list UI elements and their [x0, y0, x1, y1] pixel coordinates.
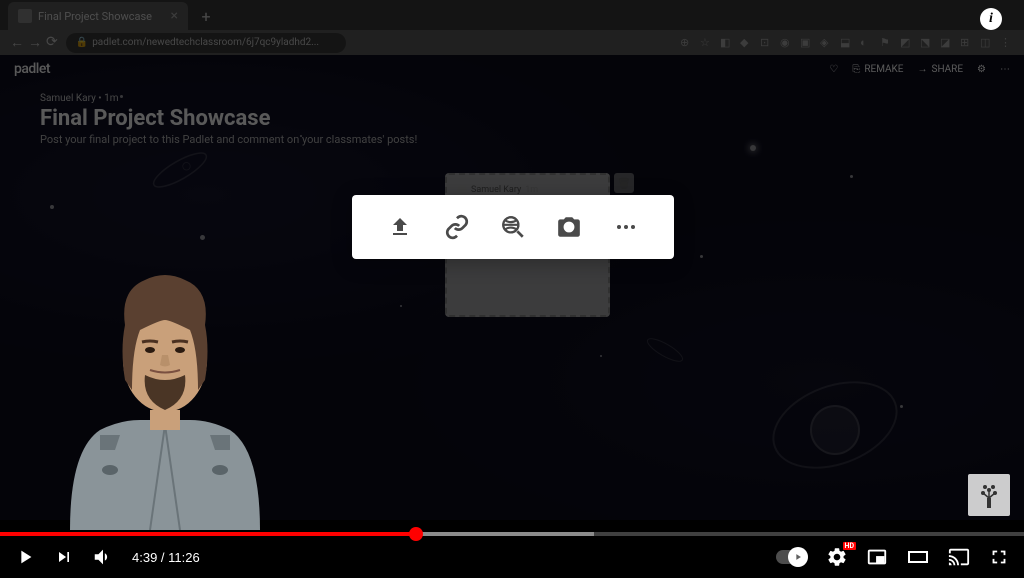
- forward-icon[interactable]: →: [28, 34, 42, 51]
- url-input[interactable]: 🔒 padlet.com/newedtechclassroom/6j7qc9yl…: [66, 33, 346, 53]
- ext-icon[interactable]: ⚑: [880, 36, 894, 50]
- settings-button[interactable]: ⚙: [977, 64, 986, 75]
- ext-icon[interactable]: ⬓: [840, 36, 854, 50]
- reload-icon[interactable]: ⟳: [46, 34, 58, 51]
- time-display: 4:39 / 11:26: [132, 550, 200, 565]
- card-author-time: 1m: [525, 185, 538, 195]
- nav-buttons: ← → ⟳: [10, 34, 58, 51]
- current-time: 4:39: [132, 550, 157, 565]
- link-icon[interactable]: [439, 209, 475, 245]
- next-icon[interactable]: [54, 547, 74, 567]
- ext-icon[interactable]: ◪: [940, 36, 954, 50]
- ext-icon[interactable]: ⬔: [920, 36, 934, 50]
- padlet-title-area: Samuel Kary • 1m Final Project Showcase …: [0, 83, 1024, 156]
- ext-icon[interactable]: ◫: [980, 36, 994, 50]
- padlet-header: padlet ♡ ⎘ REMAKE → SHARE ⚙ ⋯: [0, 55, 1024, 83]
- ext-icon[interactable]: ◧: [720, 36, 734, 50]
- cast-icon[interactable]: [948, 546, 970, 568]
- close-icon[interactable]: ×: [171, 8, 178, 24]
- extension-icons: ⊕ ☆ ◧ ◆ ⊡ ◉ ▣ ◈ ⬓ ◐ ⚑ ◩ ⬔ ◪ ⊞ ◫ ⋮: [680, 36, 1014, 50]
- card-author: Samuel Kary 1m: [457, 185, 598, 195]
- video-frame: Final Project Showcase × + ← → ⟳ 🔒 padle…: [0, 0, 1024, 578]
- padlet-actions: ♡ ⎘ REMAKE → SHARE ⚙ ⋯: [829, 64, 1010, 75]
- share-button[interactable]: → SHARE: [918, 64, 964, 75]
- tab-bar: Final Project Showcase × +: [0, 0, 1024, 30]
- presenter-figure: [50, 250, 280, 530]
- miniplayer-icon[interactable]: [866, 546, 888, 568]
- avatar-icon: [457, 185, 467, 195]
- upload-icon[interactable]: [382, 209, 418, 245]
- card-author-name: Samuel Kary: [471, 185, 521, 195]
- ext-icon[interactable]: ◐: [860, 36, 874, 50]
- info-icon[interactable]: i: [980, 8, 1002, 30]
- ext-icon[interactable]: ◆: [740, 36, 754, 50]
- new-tab-button[interactable]: +: [196, 6, 216, 26]
- ext-icon[interactable]: ⊞: [960, 36, 974, 50]
- more-options-icon[interactable]: [608, 209, 644, 245]
- more-button[interactable]: ⋯: [1000, 64, 1010, 75]
- camera-icon[interactable]: [551, 209, 587, 245]
- attachment-toolbar: [352, 195, 674, 259]
- ext-icon[interactable]: ◈: [820, 36, 834, 50]
- back-icon[interactable]: ←: [10, 34, 24, 51]
- ext-icon[interactable]: ⊡: [760, 36, 774, 50]
- ext-icon[interactable]: ⋮: [1000, 36, 1014, 50]
- tab-favicon-icon: [18, 9, 32, 23]
- search-web-icon[interactable]: [495, 209, 531, 245]
- browser-tab[interactable]: Final Project Showcase ×: [8, 2, 188, 30]
- settings-icon[interactable]: HD: [826, 546, 848, 568]
- padlet-subtitle: Post your final project to this Padlet a…: [40, 133, 984, 146]
- browser-chrome: Final Project Showcase × + ← → ⟳ 🔒 padle…: [0, 0, 1024, 55]
- url-bar: ← → ⟳ 🔒 padlet.com/newedtechclassroom/6j…: [0, 30, 1024, 55]
- autoplay-toggle[interactable]: [776, 550, 808, 564]
- player-controls: 4:39 / 11:26 HD: [0, 536, 1024, 578]
- padlet-author: Samuel Kary • 1m: [40, 93, 984, 104]
- duration: 11:26: [168, 550, 200, 565]
- ext-icon[interactable]: ◩: [900, 36, 914, 50]
- remake-button[interactable]: ⎘ REMAKE: [852, 64, 903, 75]
- url-text: padlet.com/newedtechclassroom/6j7qc9ylad…: [92, 37, 319, 48]
- tab-title: Final Project Showcase: [38, 10, 152, 23]
- like-button[interactable]: ♡: [829, 64, 838, 75]
- channel-watermark[interactable]: [968, 474, 1010, 516]
- fullscreen-icon[interactable]: [988, 546, 1010, 568]
- padlet-title: Final Project Showcase: [40, 106, 984, 131]
- theater-icon[interactable]: [906, 545, 930, 569]
- ext-icon[interactable]: ☆: [700, 36, 714, 50]
- volume-icon[interactable]: [92, 546, 114, 568]
- padlet-logo[interactable]: padlet: [14, 61, 50, 77]
- hd-badge: HD: [843, 542, 857, 550]
- ext-icon[interactable]: ▣: [800, 36, 814, 50]
- play-icon[interactable]: [14, 546, 36, 568]
- ext-icon[interactable]: ⊕: [680, 36, 694, 50]
- lock-icon: 🔒: [76, 37, 88, 48]
- ext-icon[interactable]: ◉: [780, 36, 794, 50]
- trash-icon[interactable]: 🗑: [614, 173, 634, 193]
